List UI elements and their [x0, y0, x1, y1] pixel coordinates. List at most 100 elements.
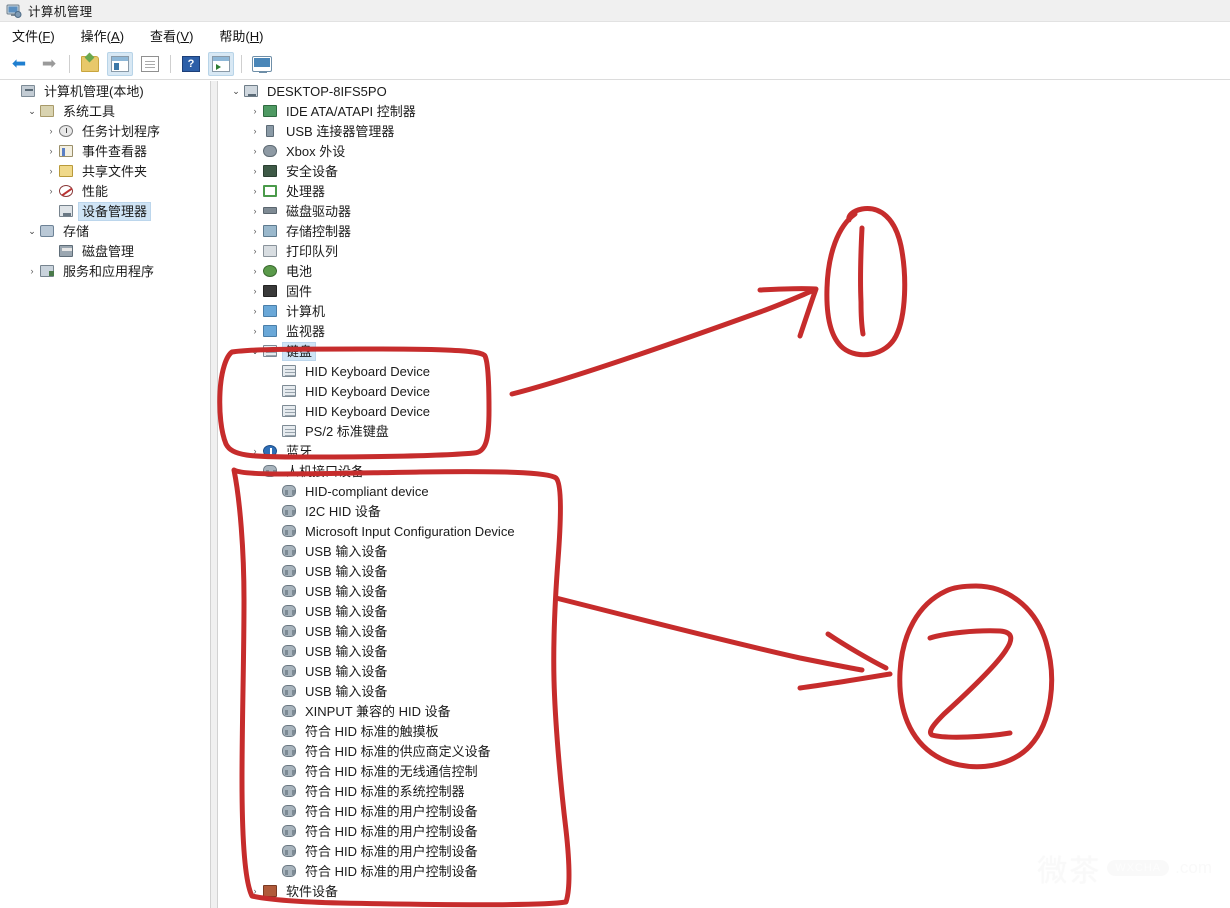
help-button[interactable]: ? — [178, 52, 204, 76]
device-tree-item-row[interactable]: › 存储控制器 — [219, 221, 1230, 241]
device-tree-item-row[interactable]: › 计算机 — [219, 301, 1230, 321]
device-tree-item-row[interactable]: USB 输入设备 — [219, 661, 1230, 681]
chevron-right-icon[interactable]: › — [248, 221, 262, 241]
device-tree-item-row[interactable]: 符合 HID 标准的用户控制设备 — [219, 801, 1230, 821]
device-tree-item-row[interactable]: 符合 HID 标准的用户控制设备 — [219, 861, 1230, 881]
back-button[interactable]: ⬅ — [6, 52, 32, 76]
sidebar-item-row[interactable]: › 任务计划程序 — [0, 121, 210, 141]
chevron-right-icon[interactable]: › — [248, 101, 262, 121]
chevron-right-icon[interactable]: › — [248, 321, 262, 341]
software-device-icon — [262, 883, 278, 899]
sidebar-item-row[interactable]: 磁盘管理 — [0, 241, 210, 261]
device-tree-item-row[interactable]: HID Keyboard Device — [219, 381, 1230, 401]
device-tree-item-row[interactable]: › IDE ATA/ATAPI 控制器 — [219, 101, 1230, 121]
sidebar-item-row[interactable]: › 服务和应用程序 — [0, 261, 210, 281]
device-tree-item-row[interactable]: Microsoft Input Configuration Device — [219, 521, 1230, 541]
scan-hardware-button[interactable] — [208, 51, 234, 76]
device-tree-item-label: PS/2 标准键盘 — [305, 423, 389, 439]
sidebar-item-row[interactable]: 计算机管理(本地) — [0, 81, 210, 101]
remote-console-button[interactable] — [249, 52, 275, 76]
device-tree-item-label: USB 输入设备 — [305, 583, 388, 599]
security-device-icon-glyph — [263, 165, 277, 177]
chevron-right-icon[interactable]: › — [248, 281, 262, 301]
sidebar-item-row[interactable]: ⌄ 系统工具 — [0, 101, 210, 121]
hid-device-icon-glyph — [282, 705, 296, 717]
device-tree-item-row[interactable]: › 处理器 — [219, 181, 1230, 201]
chevron-right-icon[interactable]: › — [25, 261, 39, 281]
chevron-down-icon[interactable]: ⌄ — [229, 81, 243, 101]
device-tree-item-row[interactable]: 符合 HID 标准的系统控制器 — [219, 781, 1230, 801]
device-tree-item-row[interactable]: 符合 HID 标准的用户控制设备 — [219, 841, 1230, 861]
pane-splitter[interactable] — [210, 81, 218, 908]
chevron-right-icon[interactable]: › — [248, 241, 262, 261]
sidebar-item-row[interactable]: › 事件查看器 — [0, 141, 210, 161]
chevron-right-icon[interactable]: › — [248, 121, 262, 141]
menu-view[interactable]: 查看(V) — [148, 24, 205, 47]
console-tree: 计算机管理(本地) ⌄ 系统工具 › 任务计划程序 › 事件查看器 › 共享文件夹 › 性能 设备管理… — [0, 81, 210, 281]
chevron-down-icon[interactable]: ⌄ — [25, 101, 39, 121]
properties-button[interactable] — [137, 52, 163, 76]
chevron-right-icon[interactable]: › — [248, 261, 262, 281]
device-tree-item-row[interactable]: › 监视器 — [219, 321, 1230, 341]
device-tree-item-row[interactable]: 符合 HID 标准的无线通信控制 — [219, 761, 1230, 781]
device-tree-item-row[interactable]: › 磁盘驱动器 — [219, 201, 1230, 221]
chevron-right-icon[interactable]: › — [44, 141, 58, 161]
show-console-tree-button[interactable] — [107, 51, 133, 76]
device-manager-icon — [58, 203, 74, 219]
device-tree-item-row[interactable]: PS/2 标准键盘 — [219, 421, 1230, 441]
device-tree-item-row[interactable]: USB 输入设备 — [219, 561, 1230, 581]
device-tree-item-row[interactable]: › 电池 — [219, 261, 1230, 281]
device-tree-item-row[interactable]: USB 输入设备 — [219, 681, 1230, 701]
device-tree-item-row[interactable]: 符合 HID 标准的触摸板 — [219, 721, 1230, 741]
device-tree-item-row[interactable]: USB 输入设备 — [219, 621, 1230, 641]
sidebar-item-row[interactable]: ⌄ 存储 — [0, 221, 210, 241]
chevron-right-icon[interactable]: › — [248, 141, 262, 161]
chevron-right-icon[interactable]: › — [44, 121, 58, 141]
chevron-right-icon[interactable]: › — [44, 181, 58, 201]
device-tree-item-row[interactable]: ⌄ 人机接口设备 — [219, 461, 1230, 481]
sidebar-item-row[interactable]: › 性能 — [0, 181, 210, 201]
chevron-right-icon[interactable]: › — [248, 161, 262, 181]
chevron-right-icon[interactable]: › — [248, 301, 262, 321]
device-tree-item-row[interactable]: › 软件设备 — [219, 881, 1230, 901]
device-tree-item-row[interactable]: HID Keyboard Device — [219, 401, 1230, 421]
device-tree-item-row[interactable]: USB 输入设备 — [219, 641, 1230, 661]
forward-button[interactable]: ➡ — [36, 52, 62, 76]
device-tree-item-row[interactable]: ⌄ DESKTOP-8IFS5PO — [219, 81, 1230, 101]
device-tree-item-row[interactable]: XINPUT 兼容的 HID 设备 — [219, 701, 1230, 721]
sidebar-item-row[interactable]: › 共享文件夹 — [0, 161, 210, 181]
chevron-right-icon[interactable]: › — [248, 181, 262, 201]
device-tree-item-row[interactable]: USB 输入设备 — [219, 601, 1230, 621]
menu-action[interactable]: 操作(A) — [79, 24, 136, 47]
menu-help[interactable]: 帮助(H) — [217, 24, 275, 47]
chevron-down-icon[interactable]: ⌄ — [248, 341, 262, 361]
device-tree-item-row[interactable]: › 打印队列 — [219, 241, 1230, 261]
device-tree-item-row[interactable]: 符合 HID 标准的用户控制设备 — [219, 821, 1230, 841]
device-tree-item-row[interactable]: › 蓝牙 — [219, 441, 1230, 461]
chevron-right-icon[interactable]: › — [248, 441, 262, 461]
device-tree-item-row[interactable]: HID-compliant device — [219, 481, 1230, 501]
device-tree-item-row[interactable]: › USB 连接器管理器 — [219, 121, 1230, 141]
hid-device-icon-glyph — [282, 785, 296, 797]
up-folder-button[interactable] — [77, 52, 103, 76]
hid-device-icon-glyph — [282, 765, 296, 777]
ide-controller-icon-glyph — [263, 105, 277, 117]
chevron-down-icon[interactable]: ⌄ — [248, 461, 262, 481]
device-tree-item-row[interactable]: I2C HID 设备 — [219, 501, 1230, 521]
hid-device-icon-glyph — [282, 665, 296, 677]
device-tree-item-row[interactable]: › 安全设备 — [219, 161, 1230, 181]
device-tree-item-row[interactable]: › Xbox 外设 — [219, 141, 1230, 161]
chevron-down-icon[interactable]: ⌄ — [25, 221, 39, 241]
sidebar-item-row[interactable]: 设备管理器 — [0, 201, 210, 221]
device-tree-item-row[interactable]: USB 输入设备 — [219, 581, 1230, 601]
device-tree-item-row[interactable]: 符合 HID 标准的供应商定义设备 — [219, 741, 1230, 761]
device-tree-item-row[interactable]: HID Keyboard Device — [219, 361, 1230, 381]
device-tree-item-row[interactable]: ⌄ 键盘 — [219, 341, 1230, 361]
device-tree-item-row[interactable]: › 固件 — [219, 281, 1230, 301]
chevron-right-icon[interactable]: › — [248, 201, 262, 221]
device-tree-item-row[interactable]: USB 输入设备 — [219, 541, 1230, 561]
menu-file[interactable]: 文件(F) — [10, 24, 67, 47]
firmware-icon-glyph — [263, 285, 277, 297]
chevron-right-icon[interactable]: › — [248, 881, 262, 901]
chevron-right-icon[interactable]: › — [44, 161, 58, 181]
